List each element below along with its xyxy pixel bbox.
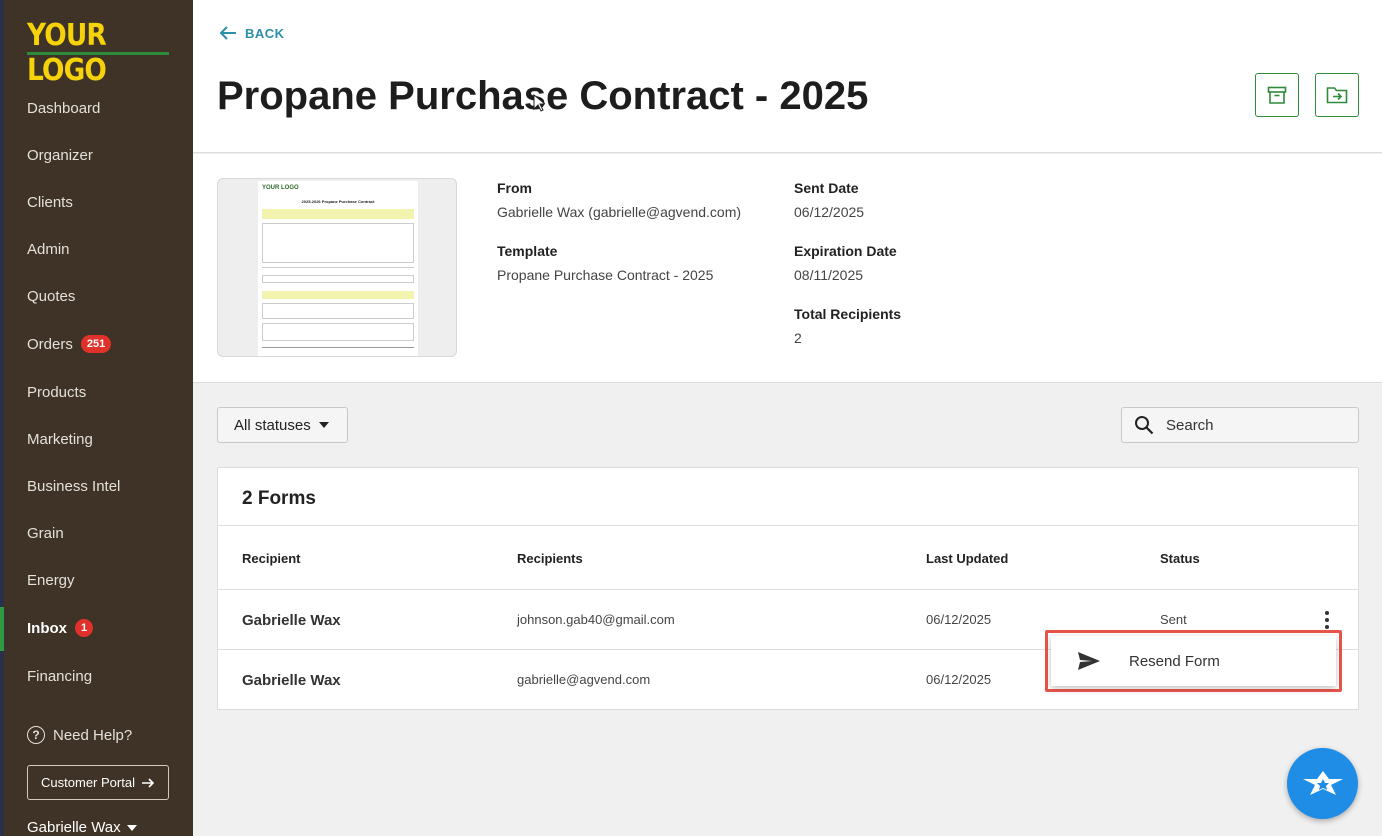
search-placeholder: Search bbox=[1166, 416, 1214, 434]
thumbnail-table bbox=[262, 223, 414, 263]
from-label: From bbox=[497, 180, 532, 196]
sidebar-item-label: Admin bbox=[27, 241, 70, 258]
more-options-icon[interactable] bbox=[1324, 611, 1330, 629]
sidebar-item-label: Energy bbox=[27, 572, 75, 589]
sent-date-value: 06/12/2025 bbox=[794, 204, 865, 220]
sidebar-item-products[interactable]: Products bbox=[27, 384, 86, 401]
forms-count-title: 2 Forms bbox=[242, 488, 316, 509]
sidebar-item-label: Quotes bbox=[27, 288, 76, 305]
page-header: BACK Propane Purchase Contract - 2025 bbox=[193, 0, 1382, 153]
search-input[interactable]: Search bbox=[1121, 407, 1359, 443]
assistant-fab-button[interactable] bbox=[1287, 748, 1358, 819]
sidebar-item-energy[interactable]: Energy bbox=[27, 572, 75, 589]
status-filter-dropdown[interactable]: All statuses bbox=[217, 407, 348, 443]
send-icon bbox=[1078, 652, 1100, 670]
column-header-recipients[interactable]: Recipients bbox=[517, 551, 583, 566]
sidebar-item-label: Marketing bbox=[27, 431, 93, 448]
thumbnail-line bbox=[262, 267, 414, 268]
sidebar-item-label: Business Intel bbox=[27, 478, 121, 495]
thumbnail-highlight bbox=[262, 209, 414, 219]
question-icon: ? bbox=[27, 726, 45, 744]
sent-date-label: Sent Date bbox=[794, 180, 859, 196]
last-updated: 06/12/2025 bbox=[926, 612, 992, 627]
user-menu[interactable]: Gabrielle Wax bbox=[27, 819, 137, 836]
template-label: Template bbox=[497, 243, 558, 259]
need-help-link[interactable]: ? Need Help? bbox=[27, 726, 132, 744]
sidebar-item-label: Products bbox=[27, 384, 87, 401]
sidebar-item-orders[interactable]: Orders 251 bbox=[27, 335, 112, 353]
arrow-right-icon bbox=[141, 777, 155, 788]
total-recipients-value: 2 bbox=[794, 330, 802, 346]
move-to-folder-button[interactable] bbox=[1315, 73, 1359, 117]
total-recipients-label: Total Recipients bbox=[794, 306, 902, 322]
sidebar: YOUR LOGO Dashboard Organizer Clients Ad… bbox=[0, 0, 193, 836]
thumbnail-line bbox=[262, 347, 414, 348]
back-label: BACK bbox=[245, 25, 285, 41]
expiration-date-value: 08/11/2025 bbox=[794, 267, 864, 283]
sidebar-item-grain[interactable]: Grain bbox=[27, 525, 64, 542]
resend-form-menu-item[interactable]: Resend Form bbox=[1129, 653, 1220, 670]
sidebar-item-label: Inbox bbox=[27, 619, 67, 637]
customer-portal-label: Customer Portal bbox=[41, 775, 135, 790]
thumbnail-logo: YOUR LOGO bbox=[262, 185, 299, 191]
orders-badge: 251 bbox=[80, 335, 112, 353]
need-help-label: Need Help? bbox=[53, 726, 133, 744]
sidebar-item-dashboard[interactable]: Dashboard bbox=[27, 100, 100, 117]
form-details: YOUR LOGO 2025-2026 Propane Purchase Con… bbox=[193, 154, 1382, 383]
caret-down-icon bbox=[126, 824, 137, 831]
forms-content: All statuses Search 2 Forms Recipient Re… bbox=[193, 383, 1382, 836]
sidebar-item-inbox[interactable]: Inbox 1 bbox=[27, 619, 94, 637]
sidebar-item-label: Orders bbox=[27, 335, 73, 353]
column-header-recipient[interactable]: Recipient bbox=[242, 551, 301, 566]
recipient-email: gabrielle@agvend.com bbox=[517, 672, 651, 687]
sidebar-item-admin[interactable]: Admin bbox=[27, 241, 70, 258]
divider bbox=[218, 589, 1358, 590]
form-thumbnail[interactable]: YOUR LOGO 2025-2026 Propane Purchase Con… bbox=[217, 178, 457, 357]
thumbnail-highlight bbox=[262, 291, 414, 299]
back-link[interactable]: BACK bbox=[219, 25, 285, 41]
expiration-date-label: Expiration Date bbox=[794, 243, 897, 259]
active-indicator bbox=[0, 607, 4, 651]
recipient-email: johnson.gab40@gmail.com bbox=[517, 612, 675, 627]
thumbnail-box bbox=[262, 323, 414, 341]
divider bbox=[218, 525, 1358, 526]
arrow-left-icon bbox=[219, 26, 236, 40]
thumbnail-box bbox=[262, 275, 414, 283]
status-filter-label: All statuses bbox=[234, 416, 311, 434]
from-value: Gabrielle Wax (gabrielle@agvend.com) bbox=[497, 204, 742, 220]
thumbnail-title: 2025-2026 Propane Purchase Contract bbox=[301, 199, 375, 204]
template-value: Propane Purchase Contract - 2025 bbox=[497, 267, 714, 283]
star-wings-icon bbox=[1302, 770, 1343, 795]
last-updated: 06/12/2025 bbox=[926, 672, 992, 687]
recipient-name: Gabrielle Wax bbox=[242, 672, 341, 689]
sidebar-item-label: Clients bbox=[27, 194, 73, 211]
sidebar-item-marketing[interactable]: Marketing bbox=[27, 431, 93, 448]
thumbnail-box bbox=[262, 303, 414, 319]
archive-button[interactable] bbox=[1255, 73, 1299, 117]
customer-portal-button[interactable]: Customer Portal bbox=[27, 765, 169, 800]
inbox-badge: 1 bbox=[75, 619, 94, 637]
logo-underline bbox=[27, 52, 169, 55]
sidebar-item-label: Grain bbox=[27, 525, 64, 542]
sidebar-item-quotes[interactable]: Quotes bbox=[27, 288, 75, 305]
thumbnail-page: YOUR LOGO 2025-2026 Propane Purchase Con… bbox=[258, 181, 418, 356]
search-icon bbox=[1135, 416, 1154, 435]
sidebar-item-financing[interactable]: Financing bbox=[27, 668, 92, 685]
caret-down-icon bbox=[318, 422, 329, 428]
sidebar-item-business-intel[interactable]: Business Intel bbox=[27, 478, 120, 495]
sidebar-item-organizer[interactable]: Organizer bbox=[27, 147, 93, 164]
sidebar-item-label: Financing bbox=[27, 668, 93, 685]
status-value: Sent bbox=[1160, 612, 1187, 627]
mouse-cursor-icon bbox=[533, 94, 545, 112]
user-name-label: Gabrielle Wax bbox=[27, 819, 121, 836]
column-header-last-updated[interactable]: Last Updated bbox=[926, 551, 1008, 566]
sidebar-item-label: Dashboard bbox=[27, 100, 101, 117]
recipient-name: Gabrielle Wax bbox=[242, 612, 341, 629]
archive-icon bbox=[1267, 86, 1287, 104]
folder-move-icon bbox=[1326, 87, 1348, 104]
column-header-status[interactable]: Status bbox=[1160, 551, 1200, 566]
row-actions-menu: Resend Form bbox=[1051, 636, 1336, 686]
sidebar-item-clients[interactable]: Clients bbox=[27, 194, 73, 211]
sidebar-item-label: Organizer bbox=[27, 147, 93, 164]
